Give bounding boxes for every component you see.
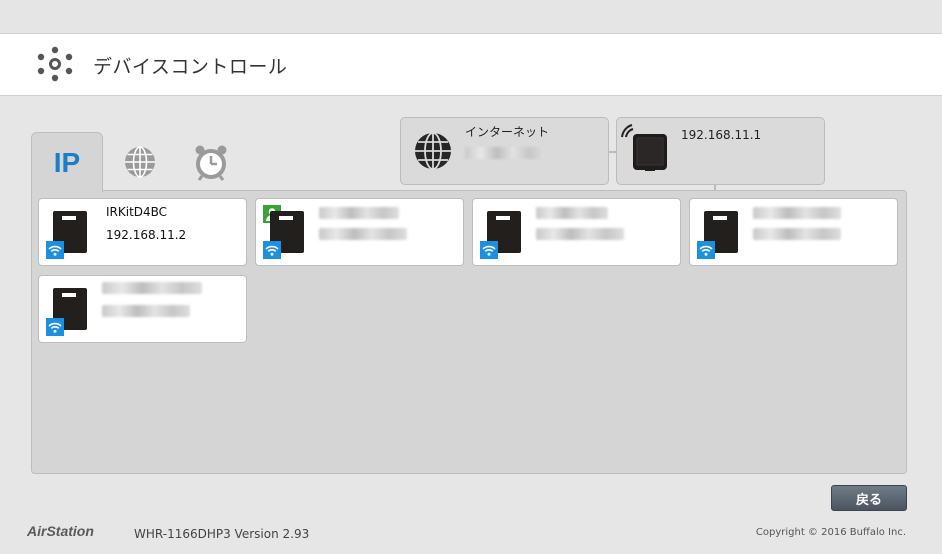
device-card[interactable] (255, 198, 464, 266)
tab-ip[interactable]: IP (31, 132, 103, 192)
top-strip (0, 0, 942, 34)
globe-icon (125, 145, 155, 178)
device-name: IRKitD4BC (106, 205, 168, 219)
internet-label: インターネット (465, 125, 550, 139)
wifi-icon (480, 241, 498, 259)
redacted-text (753, 207, 841, 219)
wifi-icon (46, 318, 64, 336)
device-card[interactable] (689, 198, 898, 266)
copyright: Copyright © 2016 Buffalo Inc. (755, 527, 906, 538)
model-version: WHR-1166DHP3 Version 2.93 (134, 527, 310, 541)
globe-icon (415, 132, 451, 170)
gear-icon (37, 46, 73, 82)
device-card[interactable] (38, 275, 247, 343)
redacted-text (319, 228, 407, 240)
redacted-text (536, 207, 608, 219)
tab-internet[interactable] (104, 132, 176, 191)
wifi-icon (697, 241, 715, 259)
page-title: デバイスコントロール (93, 56, 288, 78)
router-node[interactable]: 192.168.11.1 (616, 117, 825, 185)
page-header: デバイスコントロール (0, 34, 942, 96)
device-address: 192.168.11.2 (106, 228, 187, 242)
connector-line (609, 151, 616, 153)
wifi-icon (263, 241, 281, 259)
redacted-text (753, 228, 841, 240)
back-button[interactable]: 戻る (831, 485, 907, 511)
wifi-icon (46, 241, 64, 259)
tab-schedule[interactable] (175, 132, 247, 191)
device-card[interactable] (472, 198, 681, 266)
redacted-text (102, 305, 190, 317)
internet-node[interactable]: インターネット (400, 117, 609, 185)
device-card[interactable]: IRKitD4BC 192.168.11.2 (38, 198, 247, 266)
redacted-text (536, 228, 624, 240)
brand-logo: AirStation (27, 523, 94, 539)
redacted-text (465, 147, 545, 159)
redacted-text (319, 207, 399, 219)
router-address: 192.168.11.1 (681, 128, 762, 142)
router-icon (621, 124, 667, 171)
alarm-clock-icon (195, 145, 227, 181)
device-panel: IRKitD4BC 192.168.11.2 (31, 190, 907, 474)
redacted-text (102, 282, 202, 294)
